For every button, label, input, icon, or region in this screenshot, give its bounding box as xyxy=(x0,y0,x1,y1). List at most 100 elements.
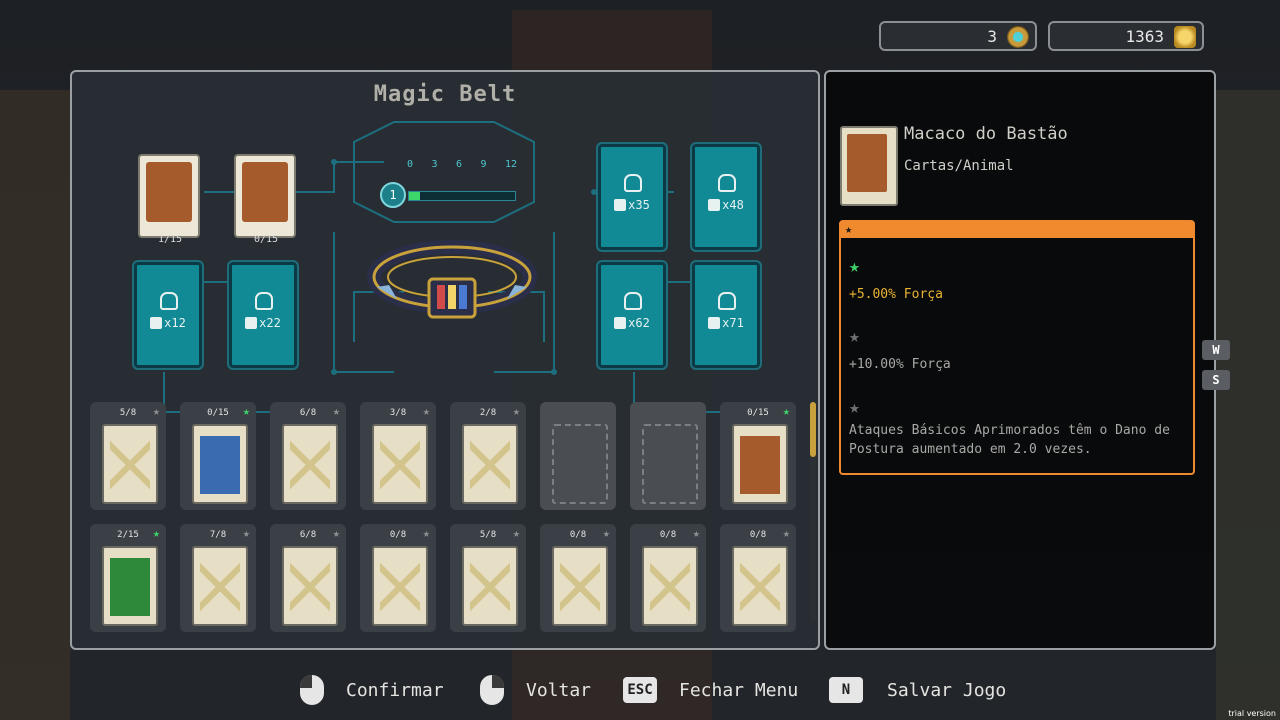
card[interactable]: 5/8 ★ xyxy=(450,524,526,632)
locked-slot-6[interactable]: x71 xyxy=(690,260,762,370)
panel-title: Magic Belt xyxy=(373,82,517,107)
magic-belt-panel: Magic Belt 1/15 0/15 x12 x22 x35 x48 x62… xyxy=(70,70,820,650)
card-art xyxy=(740,436,780,494)
star-icon: ★ xyxy=(242,526,250,540)
star-icon: ★ xyxy=(692,526,700,540)
slot-frame xyxy=(596,142,668,252)
card[interactable]: 0/8 ★ xyxy=(540,524,616,632)
slot-requirement: x22 xyxy=(227,316,299,330)
card-count: 0/15 xyxy=(253,234,279,245)
bonus-tier-1: ★ +5.00% Força xyxy=(849,256,943,302)
card[interactable]: 0/8 ★ xyxy=(630,524,706,632)
n-key-icon: N xyxy=(829,677,863,703)
empty-card-slot[interactable] xyxy=(630,402,706,510)
card-count: 0/8 xyxy=(659,530,677,540)
lock-icon xyxy=(160,292,178,310)
card-count: 1/15 xyxy=(157,234,183,245)
card-count: 0/15 xyxy=(747,408,769,418)
card-count: 2/8 xyxy=(479,408,497,418)
level-ticks: 0 3 6 9 12 xyxy=(407,159,517,170)
card-count: 0/8 xyxy=(569,530,587,540)
card-count: 2/15 xyxy=(117,530,139,540)
dice-icon xyxy=(150,317,163,329)
card-face xyxy=(732,424,788,504)
card-face xyxy=(192,546,248,626)
close-menu-hint[interactable]: ESC Fechar Menu xyxy=(623,674,798,706)
tick-label: 0 xyxy=(407,159,414,170)
slot-frame xyxy=(596,260,668,370)
monkey-card xyxy=(234,154,296,238)
empty-card-outline xyxy=(552,424,608,504)
gem-count: 3 xyxy=(987,26,997,46)
star-icon: ★ xyxy=(512,404,520,418)
tick-label: 12 xyxy=(504,159,517,170)
card-art xyxy=(200,436,240,494)
level-bar xyxy=(408,191,516,201)
card[interactable]: 2/15 ★ xyxy=(90,524,166,632)
key-s[interactable]: S xyxy=(1202,370,1230,390)
save-game-label: Salvar Jogo xyxy=(887,679,1007,701)
close-menu-label: Fechar Menu xyxy=(679,679,799,701)
card-face xyxy=(462,546,518,626)
star-icon: ★ xyxy=(849,397,860,418)
bonus-text: +10.00% Força xyxy=(849,357,951,372)
star-icon: ★ xyxy=(782,526,790,540)
slot-requirement: x12 xyxy=(132,316,204,330)
star-icon: ★ xyxy=(152,526,160,540)
star-icon: ★ xyxy=(849,326,860,347)
card-face xyxy=(102,424,158,504)
monkey-card xyxy=(138,154,200,238)
card-pattern xyxy=(470,436,510,494)
empty-card-slot[interactable] xyxy=(540,402,616,510)
card-count: 7/8 xyxy=(209,530,227,540)
card[interactable]: 5/8 ★ xyxy=(90,402,166,510)
equipped-card-slot-1[interactable]: 1/15 xyxy=(134,152,206,245)
card[interactable]: 3/8 ★ xyxy=(360,402,436,510)
locked-slot-3[interactable]: x35 xyxy=(596,142,668,252)
card-pattern xyxy=(650,558,690,616)
save-game-hint[interactable]: N Salvar Jogo xyxy=(829,674,1006,706)
background-right-wall xyxy=(1216,90,1280,720)
background-left-wall xyxy=(0,90,70,720)
coin-counter: 1363 xyxy=(1048,21,1204,51)
card[interactable]: 0/8 ★ xyxy=(360,524,436,632)
locked-slot-1[interactable]: x12 xyxy=(132,260,204,370)
gem-counter: 3 xyxy=(879,21,1037,51)
key-w[interactable]: W xyxy=(1202,340,1230,360)
selected-card-thumbnail xyxy=(840,126,898,206)
card[interactable]: 6/8 ★ xyxy=(270,402,346,510)
card[interactable]: 0/15 ★ xyxy=(180,402,256,510)
locked-slot-2[interactable]: x22 xyxy=(227,260,299,370)
card[interactable]: 7/8 ★ xyxy=(180,524,256,632)
slot-frame xyxy=(690,142,762,252)
locked-slot-4[interactable]: x48 xyxy=(690,142,762,252)
locked-slot-5[interactable]: x62 xyxy=(596,260,668,370)
confirm-hint[interactable]: Confirmar xyxy=(300,674,444,706)
scrollbar-thumb[interactable] xyxy=(810,402,816,457)
card-grid-scrollbar[interactable] xyxy=(810,402,816,622)
bonus-text: Ataques Básicos Aprimorados têm o Dano d… xyxy=(849,423,1170,457)
back-hint[interactable]: Voltar xyxy=(480,674,591,706)
star-icon: ★ xyxy=(845,222,853,236)
slot-requirement: x35 xyxy=(596,198,668,212)
card[interactable]: 2/8 ★ xyxy=(450,402,526,510)
left-mouse-icon xyxy=(300,675,324,705)
back-label: Voltar xyxy=(526,679,592,701)
bonus-tier-3: ★ Ataques Básicos Aprimorados têm o Dano… xyxy=(849,398,1189,459)
bonus-text: +5.00% Força xyxy=(849,287,943,302)
card-pattern xyxy=(110,436,150,494)
lock-icon xyxy=(624,292,642,310)
card-pattern xyxy=(740,558,780,616)
card[interactable]: 0/8 ★ xyxy=(720,524,796,632)
dice-icon xyxy=(245,317,258,329)
equipped-card-slot-2[interactable]: 0/15 xyxy=(230,152,302,245)
card[interactable]: 6/8 ★ xyxy=(270,524,346,632)
star-icon: ★ xyxy=(152,404,160,418)
card-face xyxy=(192,424,248,504)
coin-count: 1363 xyxy=(1125,26,1164,46)
card-info-panel: Macaco do Bastão Cartas/Animal ★ ★ +5.00… xyxy=(824,70,1216,650)
card-count: 6/8 xyxy=(299,530,317,540)
coin-stack-icon xyxy=(1174,26,1196,48)
card-count: 0/8 xyxy=(749,530,767,540)
card[interactable]: 0/15 ★ xyxy=(720,402,796,510)
